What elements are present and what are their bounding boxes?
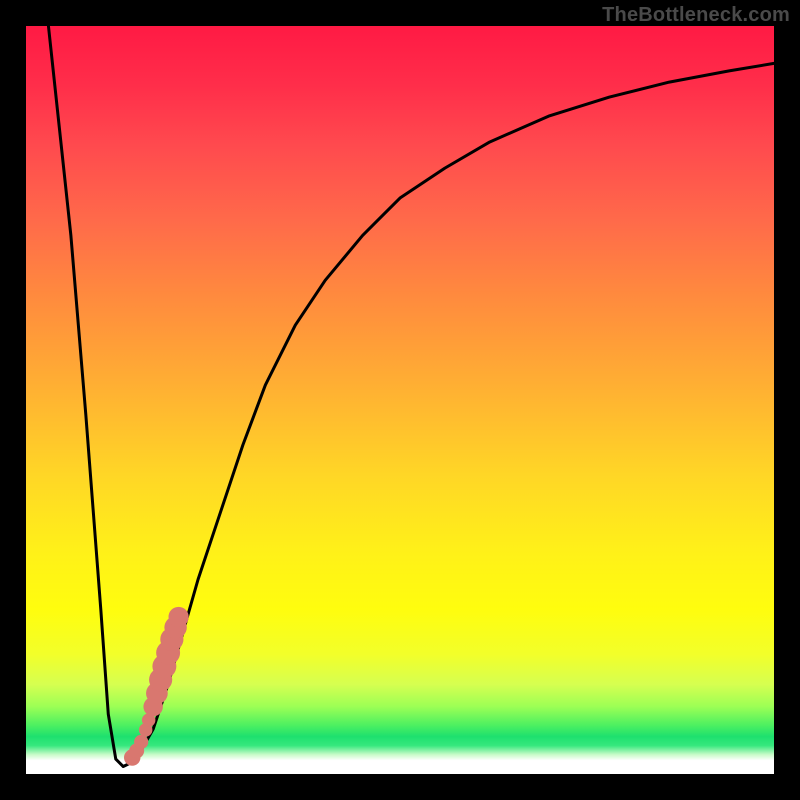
highlight-dot [160, 628, 183, 651]
highlight-dot [164, 616, 186, 638]
highlight-dot [142, 713, 155, 726]
highlight-dot [149, 668, 172, 691]
highlight-dot [146, 682, 168, 704]
bottleneck-curve [48, 26, 774, 767]
highlight-dot [124, 749, 140, 765]
chart-svg-layer [26, 26, 774, 774]
watermark-text: TheBottleneck.com [602, 4, 790, 27]
highlight-dot [152, 654, 176, 678]
highlight-dot [156, 641, 180, 665]
highlighted-points-group [124, 607, 189, 766]
highlight-dot [143, 697, 162, 716]
chart-stage: TheBottleneck.com [0, 0, 800, 800]
highlight-dot [168, 607, 188, 627]
highlight-dot [139, 723, 152, 736]
highlight-dot [129, 743, 144, 758]
highlight-dot [134, 735, 148, 749]
plot-area [26, 26, 774, 774]
